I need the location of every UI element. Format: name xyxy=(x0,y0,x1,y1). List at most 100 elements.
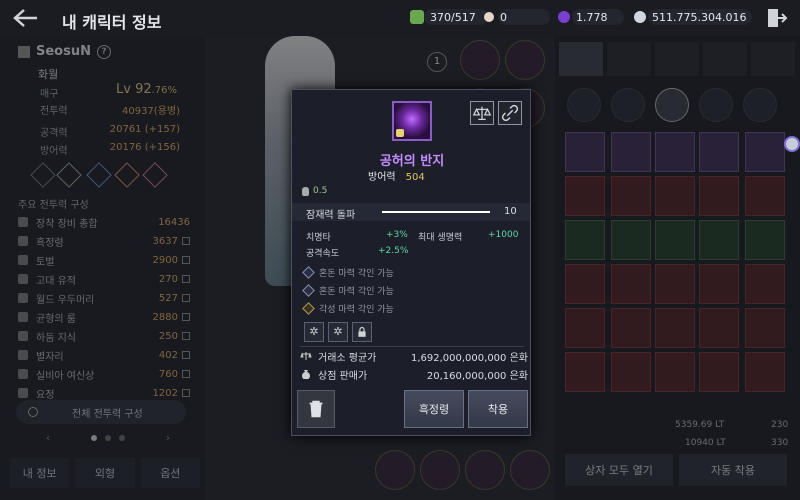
inventory-slot[interactable] xyxy=(611,176,651,216)
lock-icon[interactable] xyxy=(352,322,372,342)
external-link-icon xyxy=(182,389,190,397)
crest-icon[interactable] xyxy=(86,162,112,188)
inventory-slot[interactable] xyxy=(699,264,739,304)
inventory-slot[interactable] xyxy=(699,352,739,392)
black-spirit-button[interactable]: 흑정령 xyxy=(404,390,464,428)
exit-icon[interactable] xyxy=(764,6,788,30)
list-item[interactable]: 실비아 여신상 760 xyxy=(18,366,190,382)
inventory-slot[interactable] xyxy=(655,132,695,172)
slot-badge: 1 xyxy=(427,52,447,72)
inventory-slot[interactable] xyxy=(745,132,785,172)
list-item[interactable]: 흑정령 3637 xyxy=(18,233,190,249)
inventory-slot[interactable] xyxy=(745,308,785,348)
top-bar: 내 캐릭터 정보 370/517 0 1.778 511.775.304.016 xyxy=(0,0,800,36)
list-item[interactable]: 요정 1202 xyxy=(18,385,190,401)
chevron-left-icon[interactable]: ‹ xyxy=(46,433,50,444)
discard-button[interactable] xyxy=(297,390,335,428)
tab-my-info[interactable]: 내 정보 xyxy=(10,458,70,488)
inventory-slot[interactable] xyxy=(611,264,651,304)
equipment-slot[interactable] xyxy=(460,40,500,80)
inventory-slot[interactable] xyxy=(565,264,605,304)
stat-combat-power: 전투력 40937(용병) xyxy=(40,106,180,117)
link-icon xyxy=(501,104,519,122)
tab-materials[interactable] xyxy=(655,42,699,76)
inventory-slot[interactable] xyxy=(699,220,739,260)
open-all-boxes-button[interactable]: 상자 모두 열기 xyxy=(565,454,673,486)
page-title: 내 캐릭터 정보 xyxy=(62,13,162,32)
equipment-slot[interactable] xyxy=(420,450,460,490)
filter-gem-icon[interactable] xyxy=(699,88,733,122)
potential-break-bar xyxy=(382,211,490,213)
crest-icon[interactable] xyxy=(56,162,82,188)
option-attack-speed: 공격속도 xyxy=(306,249,340,259)
inventory-slot[interactable] xyxy=(565,220,605,260)
class-emblem-icon xyxy=(18,45,30,58)
inventory-slot[interactable] xyxy=(655,264,695,304)
crest-icon[interactable] xyxy=(142,162,168,188)
inventory-slot[interactable] xyxy=(699,176,739,216)
inventory-slot[interactable] xyxy=(655,176,695,216)
help-icon[interactable]: ? xyxy=(96,44,111,59)
tab-consumables[interactable] xyxy=(607,42,651,76)
list-item[interactable]: 별자리 402 xyxy=(18,347,190,363)
list-item[interactable]: 하둠 지식 250 xyxy=(18,328,190,344)
inventory-slot[interactable] xyxy=(745,352,785,392)
engraving-slot: 혼돈 마력 각인 가능 xyxy=(302,282,520,298)
crest-icon[interactable] xyxy=(114,162,140,188)
tab-inventory[interactable] xyxy=(559,42,603,76)
element-label: 화월 xyxy=(38,68,59,81)
equipment-slot[interactable] xyxy=(375,450,415,490)
inventory-slot[interactable] xyxy=(565,176,605,216)
inventory-slot[interactable] xyxy=(745,176,785,216)
inventory-slot[interactable] xyxy=(655,220,695,260)
inventory-slot[interactable] xyxy=(611,132,651,172)
item-detail-panel: 공허의 반지 방어력 504 0.5 잠재력 돌파 10 치명타 +3% 최대 생… xyxy=(291,89,531,436)
inventory-slot[interactable] xyxy=(611,220,651,260)
inventory-slot[interactable] xyxy=(745,264,785,304)
inventory-slot[interactable] xyxy=(745,220,785,260)
equipment-slot[interactable] xyxy=(510,450,550,490)
equipment-slot[interactable] xyxy=(505,40,545,80)
filter-weapon-icon[interactable] xyxy=(567,88,601,122)
back-arrow-icon[interactable] xyxy=(10,6,40,30)
snowflake-icon[interactable]: ✲ xyxy=(328,322,348,342)
inventory-slot[interactable] xyxy=(655,352,695,392)
compare-button[interactable] xyxy=(470,101,494,125)
list-item[interactable]: 토벌 2900 xyxy=(18,252,190,268)
list-item[interactable]: 균형의 룸 2880 xyxy=(18,309,190,325)
tab-boxes[interactable] xyxy=(703,42,747,76)
stat-defense: 방어력 20176 (+156) xyxy=(40,142,180,157)
combat-power-breakdown-button[interactable]: 전체 전투력 구성 xyxy=(16,400,186,424)
option-max-hp-value: +1000 xyxy=(488,230,519,240)
crest-icon[interactable] xyxy=(30,162,56,188)
inventory-slot[interactable] xyxy=(565,352,605,392)
equip-button[interactable]: 착용 xyxy=(468,390,528,428)
link-button[interactable] xyxy=(498,101,522,125)
list-item[interactable]: 고대 유적 270 xyxy=(18,271,190,287)
inventory-slot[interactable] xyxy=(611,352,651,392)
chevron-right-icon[interactable]: › xyxy=(166,433,170,444)
tab-appearance[interactable]: 외형 xyxy=(75,458,135,488)
snowflake-icon[interactable]: ✲ xyxy=(304,322,324,342)
equipment-slot[interactable] xyxy=(465,450,505,490)
inventory-slot[interactable] xyxy=(565,132,605,172)
list-item[interactable]: 장착 장비 총합 16436 xyxy=(18,214,190,230)
auto-equip-button[interactable]: 자동 착용 xyxy=(679,454,787,486)
tab-options[interactable]: 옵션 xyxy=(140,458,200,488)
inventory-slot[interactable] xyxy=(699,308,739,348)
weight-readout: 5359.69 LT xyxy=(675,420,725,430)
option-crit-value: +3% xyxy=(386,230,408,240)
filter-armor-icon[interactable] xyxy=(611,88,645,122)
scroll-handle[interactable] xyxy=(784,136,800,152)
inventory-slot[interactable] xyxy=(565,308,605,348)
filter-misc-icon[interactable] xyxy=(743,88,777,122)
inventory-slot[interactable] xyxy=(699,132,739,172)
tab-misc[interactable] xyxy=(751,42,795,76)
inventory-slot[interactable] xyxy=(611,308,651,348)
list-item[interactable]: 월드 우두머리 527 xyxy=(18,290,190,306)
shop-sell-price: 상점 판매가 20,160,000,000 은화 xyxy=(300,366,528,382)
ring-item-icon xyxy=(392,101,432,141)
inventory-slot[interactable] xyxy=(655,308,695,348)
engraving-slot: 혼돈 마력 각인 가능 xyxy=(302,264,520,280)
filter-ring-icon[interactable] xyxy=(655,88,689,122)
